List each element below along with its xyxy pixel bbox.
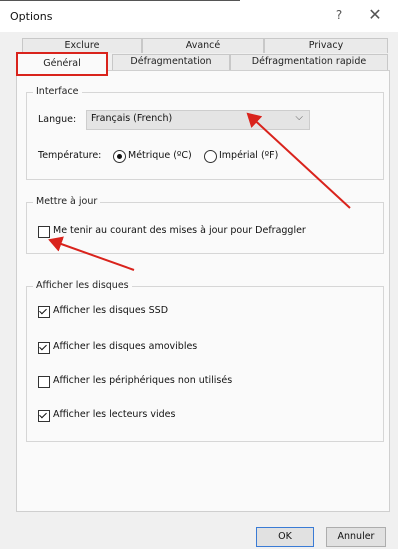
close-icon[interactable]: ✕ xyxy=(366,6,384,24)
tab-defragmentation-rapide[interactable]: Défragmentation rapide xyxy=(230,54,388,70)
keep-informed-checkbox[interactable] xyxy=(38,226,50,238)
temperature-label: Température: xyxy=(38,150,102,161)
tab-defragmentation[interactable]: Défragmentation xyxy=(112,54,230,70)
language-value: Français (French) xyxy=(91,113,173,124)
tab-label: Défragmentation rapide xyxy=(251,56,367,67)
tab-label: Privacy xyxy=(308,40,344,51)
show-empty-drives-checkbox[interactable] xyxy=(38,410,50,422)
radio-imperial-label[interactable]: Impérial (ºF) xyxy=(219,150,278,161)
ok-button[interactable]: OK xyxy=(256,527,314,547)
top-border-line xyxy=(0,0,240,1)
show-empty-drives-label[interactable]: Afficher les lecteurs vides xyxy=(53,409,175,420)
tab-label: Avancé xyxy=(185,40,221,51)
radio-imperial[interactable] xyxy=(204,150,217,163)
interface-group-title: Interface xyxy=(33,86,82,97)
language-dropdown[interactable]: Français (French) ⌵ xyxy=(86,110,310,130)
chevron-down-icon: ⌵ xyxy=(295,112,303,123)
title-bar: Options ? ✕ xyxy=(0,0,398,32)
tab-label: Général xyxy=(43,58,81,69)
interface-group xyxy=(26,92,384,180)
keep-informed-label[interactable]: Me tenir au courant des mises à jour pou… xyxy=(53,225,306,236)
radio-metric[interactable] xyxy=(113,150,126,163)
tab-privacy[interactable]: Privacy xyxy=(264,38,388,53)
language-label: Langue: xyxy=(38,114,77,125)
cancel-button[interactable]: Annuler xyxy=(326,527,386,547)
tab-exclure[interactable]: Exclure xyxy=(22,38,142,53)
show-removable-label[interactable]: Afficher les disques amovibles xyxy=(53,341,197,352)
tab-general[interactable]: Général xyxy=(16,52,108,76)
tab-label: Défragmentation xyxy=(130,56,212,67)
radio-metric-label[interactable]: Métrique (ºC) xyxy=(128,150,192,161)
options-dialog: Options ? ✕ Exclure Avancé Privacy Défra… xyxy=(0,0,398,549)
show-unused-devices-label[interactable]: Afficher les périphériques non utilisés xyxy=(53,375,232,386)
show-ssd-checkbox[interactable] xyxy=(38,306,50,318)
drives-group-title: Afficher les disques xyxy=(33,280,132,291)
show-ssd-label[interactable]: Afficher les disques SSD xyxy=(53,305,168,316)
window-title: Options xyxy=(10,10,53,23)
show-unused-devices-checkbox[interactable] xyxy=(38,376,50,388)
show-removable-checkbox[interactable] xyxy=(38,342,50,354)
tab-label: Exclure xyxy=(64,40,100,51)
tab-avance[interactable]: Avancé xyxy=(142,38,264,53)
help-icon[interactable]: ? xyxy=(331,8,347,24)
update-group-title: Mettre à jour xyxy=(33,196,101,207)
